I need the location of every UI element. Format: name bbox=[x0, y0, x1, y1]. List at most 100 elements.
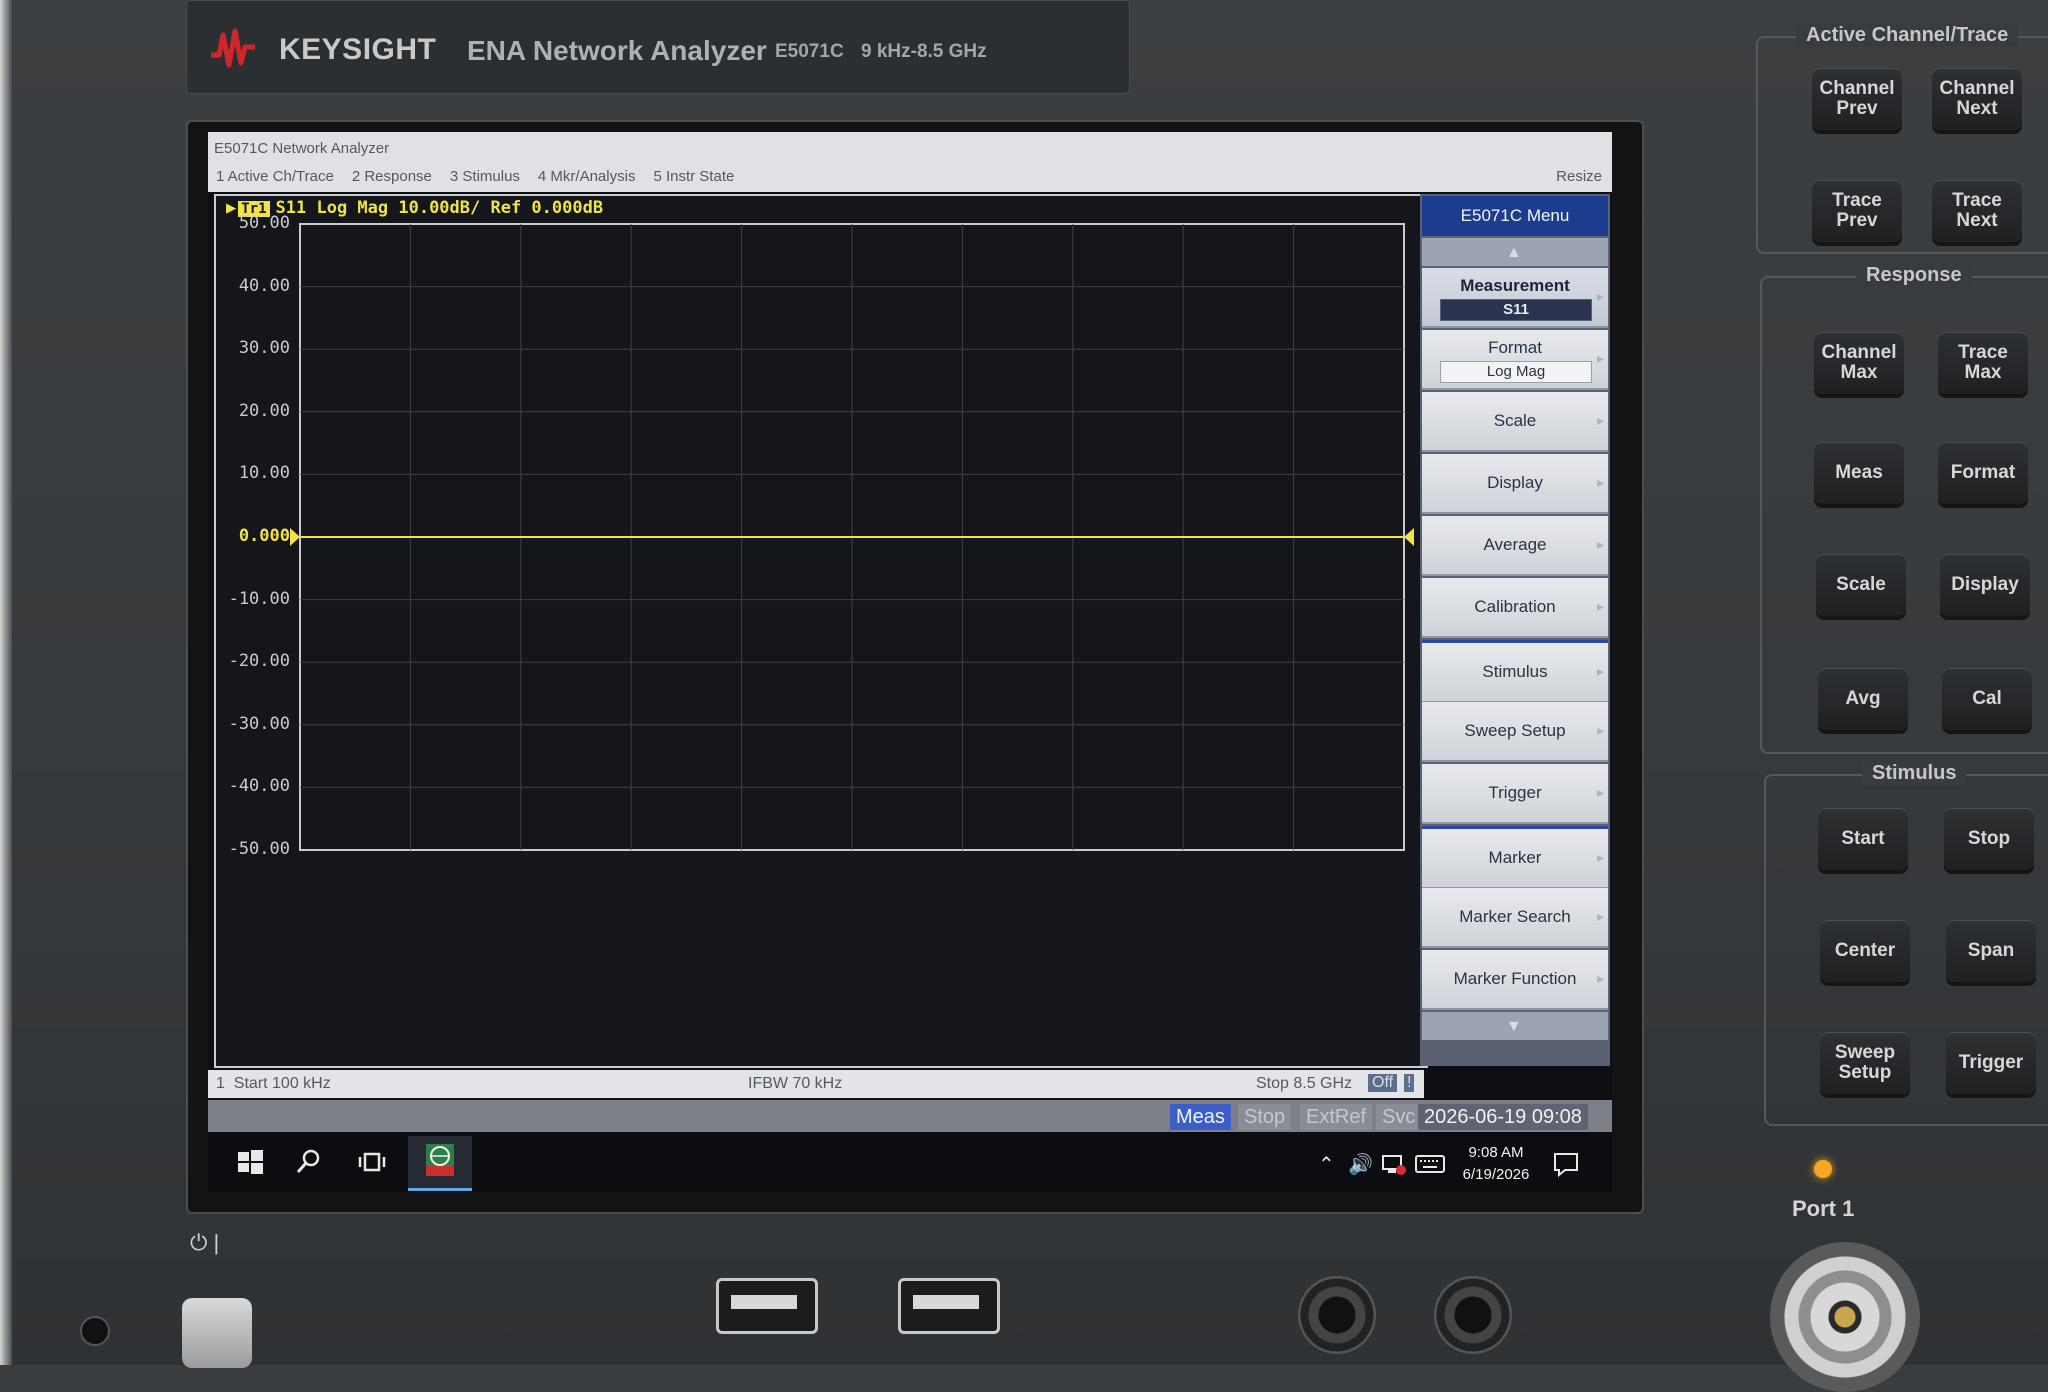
softkey-measurement-label: Measurement bbox=[1460, 276, 1570, 295]
softkey-scroll-down[interactable]: ▼ bbox=[1422, 1012, 1608, 1040]
power-button[interactable] bbox=[182, 1298, 252, 1368]
softkey-label: Sweep Setup bbox=[1464, 721, 1566, 740]
menu-instr-state[interactable]: 5 Instr State bbox=[653, 168, 734, 185]
menu-mkr-analysis[interactable]: 4 Mkr/Analysis bbox=[538, 168, 636, 185]
softkey-marker-function[interactable]: Marker Function ▸ bbox=[1422, 950, 1608, 1010]
trace-plot[interactable]: ▶ Tr1 S11 Log Mag 10.00dB/ Ref 0.000dB 50.… bbox=[214, 194, 1428, 1068]
channel-prev-key[interactable]: Channel Prev bbox=[1812, 68, 1902, 130]
span-key[interactable]: Span bbox=[1946, 920, 2036, 982]
chevron-right-icon: ▸ bbox=[1596, 784, 1604, 800]
power-symbol-icon: ⏻ | bbox=[190, 1230, 220, 1255]
softkey-measurement[interactable]: Measurement S11 ▸ bbox=[1422, 268, 1608, 328]
trigger-key[interactable]: Trigger bbox=[1946, 1032, 2036, 1094]
panel-edge bbox=[0, 0, 12, 1365]
chevron-right-icon: ▸ bbox=[1596, 722, 1604, 738]
center-key[interactable]: Center bbox=[1820, 920, 1910, 982]
instrument-status-bar: Meas Stop ExtRef Svc 2026-06-19 09:08 bbox=[208, 1100, 1612, 1132]
windows-start-icon[interactable] bbox=[234, 1146, 266, 1178]
y-tick-label: -10.00 bbox=[228, 588, 290, 609]
softkey-display[interactable]: Display ▸ bbox=[1422, 454, 1608, 514]
taskbar-clock[interactable]: 9:08 AM 6/19/2026 bbox=[1460, 1142, 1532, 1186]
softkey-marker-search[interactable]: Marker Search ▸ bbox=[1422, 888, 1608, 948]
softkey-stimulus[interactable]: Stimulus ▸ bbox=[1422, 640, 1608, 703]
keyboard-icon[interactable] bbox=[1414, 1148, 1446, 1180]
port-1-label: Port 1 bbox=[1792, 1196, 1855, 1221]
network-icon[interactable] bbox=[1378, 1148, 1410, 1180]
volume-icon[interactable]: 🔊 bbox=[1348, 1152, 1373, 1177]
status-extref: ExtRef bbox=[1300, 1104, 1373, 1130]
active-channel-trace-title: Active Channel/Trace bbox=[1796, 24, 2019, 47]
softkey-trigger[interactable]: Trigger ▸ bbox=[1422, 764, 1608, 824]
taskbar-date: 6/19/2026 bbox=[1462, 1166, 1530, 1183]
softkey-scroll-up[interactable]: ▲ bbox=[1422, 238, 1608, 266]
display-key[interactable]: Display bbox=[1940, 554, 2030, 616]
softkey-measurement-value: S11 bbox=[1440, 299, 1592, 321]
sweep-start: 1 Start 100 kHz bbox=[216, 1075, 331, 1092]
menu-stimulus[interactable]: 3 Stimulus bbox=[450, 168, 520, 185]
mini-din-port-2 bbox=[1434, 1276, 1512, 1354]
softkey-marker[interactable]: Marker ▸ bbox=[1422, 826, 1608, 889]
avg-key[interactable]: Avg bbox=[1818, 668, 1908, 730]
headphone-jack bbox=[80, 1316, 110, 1346]
y-tick-label: -30.00 bbox=[228, 713, 290, 734]
softkey-menu: E5071C Menu ▲ Measurement S11 ▸ Format L… bbox=[1420, 194, 1610, 1066]
network-analyzer-taskbar-app[interactable] bbox=[408, 1136, 472, 1191]
softkey-label: Stimulus bbox=[1482, 662, 1548, 681]
softkey-calibration[interactable]: Calibration ▸ bbox=[1422, 578, 1608, 638]
off-indicator: Off bbox=[1368, 1074, 1398, 1092]
softkey-format-label: Format bbox=[1488, 338, 1542, 357]
format-key[interactable]: Format bbox=[1938, 442, 2028, 504]
softkey-sweep-setup[interactable]: Sweep Setup ▸ bbox=[1422, 702, 1608, 762]
chevron-right-icon: ▸ bbox=[1596, 970, 1604, 986]
chevron-right-icon: ▸ bbox=[1596, 598, 1604, 614]
softkey-label: Marker bbox=[1488, 848, 1542, 867]
chevron-right-icon: ▸ bbox=[1596, 849, 1604, 865]
resize-button[interactable]: Resize bbox=[1556, 168, 1602, 185]
scale-key[interactable]: Scale bbox=[1816, 554, 1906, 616]
menu-bar: 1 Active Ch/Trace 2 Response 3 Stimulus … bbox=[216, 168, 734, 185]
menu-active-ch-trace[interactable]: 1 Active Ch/Trace bbox=[216, 168, 334, 185]
softkey-format[interactable]: Format Log Mag ▸ bbox=[1422, 330, 1608, 390]
softkey-menu-title: E5071C Menu bbox=[1422, 196, 1608, 236]
y-tick-label: -50.00 bbox=[228, 839, 290, 859]
channel-next-key[interactable]: Channel Next bbox=[1932, 68, 2022, 130]
trace-max-key[interactable]: Trace Max bbox=[1938, 332, 2028, 394]
plot-grid bbox=[290, 223, 1414, 851]
softkey-label: Marker Search bbox=[1459, 907, 1571, 926]
search-icon[interactable] bbox=[292, 1146, 324, 1178]
meas-key[interactable]: Meas bbox=[1814, 442, 1904, 504]
status-svc: Svc bbox=[1376, 1104, 1422, 1130]
chevron-up-icon[interactable]: ⌃ bbox=[1318, 1152, 1335, 1177]
chevron-right-icon: ▸ bbox=[1596, 288, 1604, 304]
cal-key[interactable]: Cal bbox=[1942, 668, 2032, 730]
status-stop: Stop bbox=[1238, 1104, 1292, 1130]
softkey-label: Trigger bbox=[1488, 783, 1542, 802]
sweep-setup-key[interactable]: Sweep Setup bbox=[1820, 1032, 1910, 1094]
menu-response[interactable]: 2 Response bbox=[352, 168, 432, 185]
softkey-label: Average bbox=[1483, 535, 1547, 554]
softkey-label: Display bbox=[1487, 473, 1543, 492]
stop-key[interactable]: Stop bbox=[1944, 808, 2034, 870]
notifications-icon[interactable] bbox=[1550, 1148, 1582, 1180]
analyzer-screen: E5071C Network Analyzer 1 Active Ch/Trac… bbox=[208, 132, 1612, 1192]
port-led-indicator bbox=[1814, 1160, 1832, 1178]
sweep-stop: Stop 8.5 GHz bbox=[1256, 1075, 1353, 1092]
window-title: E5071C Network Analyzer bbox=[214, 140, 390, 157]
ifbw-value: IFBW 70 kHz bbox=[748, 1075, 843, 1092]
trace-prev-key[interactable]: Trace Prev bbox=[1812, 180, 1902, 242]
y-tick-label: 40.00 bbox=[238, 275, 290, 296]
softkey-label: Calibration bbox=[1474, 597, 1556, 616]
status-datetime: 2026-06-19 09:08 bbox=[1418, 1104, 1588, 1130]
task-view-icon[interactable] bbox=[356, 1146, 388, 1178]
softkey-scale[interactable]: Scale ▸ bbox=[1422, 392, 1608, 452]
brand-bar: KEYSIGHT ENA Network Analyzer E5071C 9 k… bbox=[186, 0, 1130, 94]
softkey-average[interactable]: Average ▸ bbox=[1422, 516, 1608, 576]
start-key[interactable]: Start bbox=[1818, 808, 1908, 870]
model-number: E5071C bbox=[775, 41, 844, 62]
warning-indicator: ! bbox=[1404, 1074, 1415, 1092]
y-tick-label: 20.00 bbox=[238, 400, 290, 421]
chevron-right-icon: ▸ bbox=[1596, 663, 1604, 679]
softkey-label: Marker Function bbox=[1453, 969, 1577, 988]
trace-next-key[interactable]: Trace Next bbox=[1932, 180, 2022, 242]
channel-max-key[interactable]: Channel Max bbox=[1814, 332, 1904, 394]
